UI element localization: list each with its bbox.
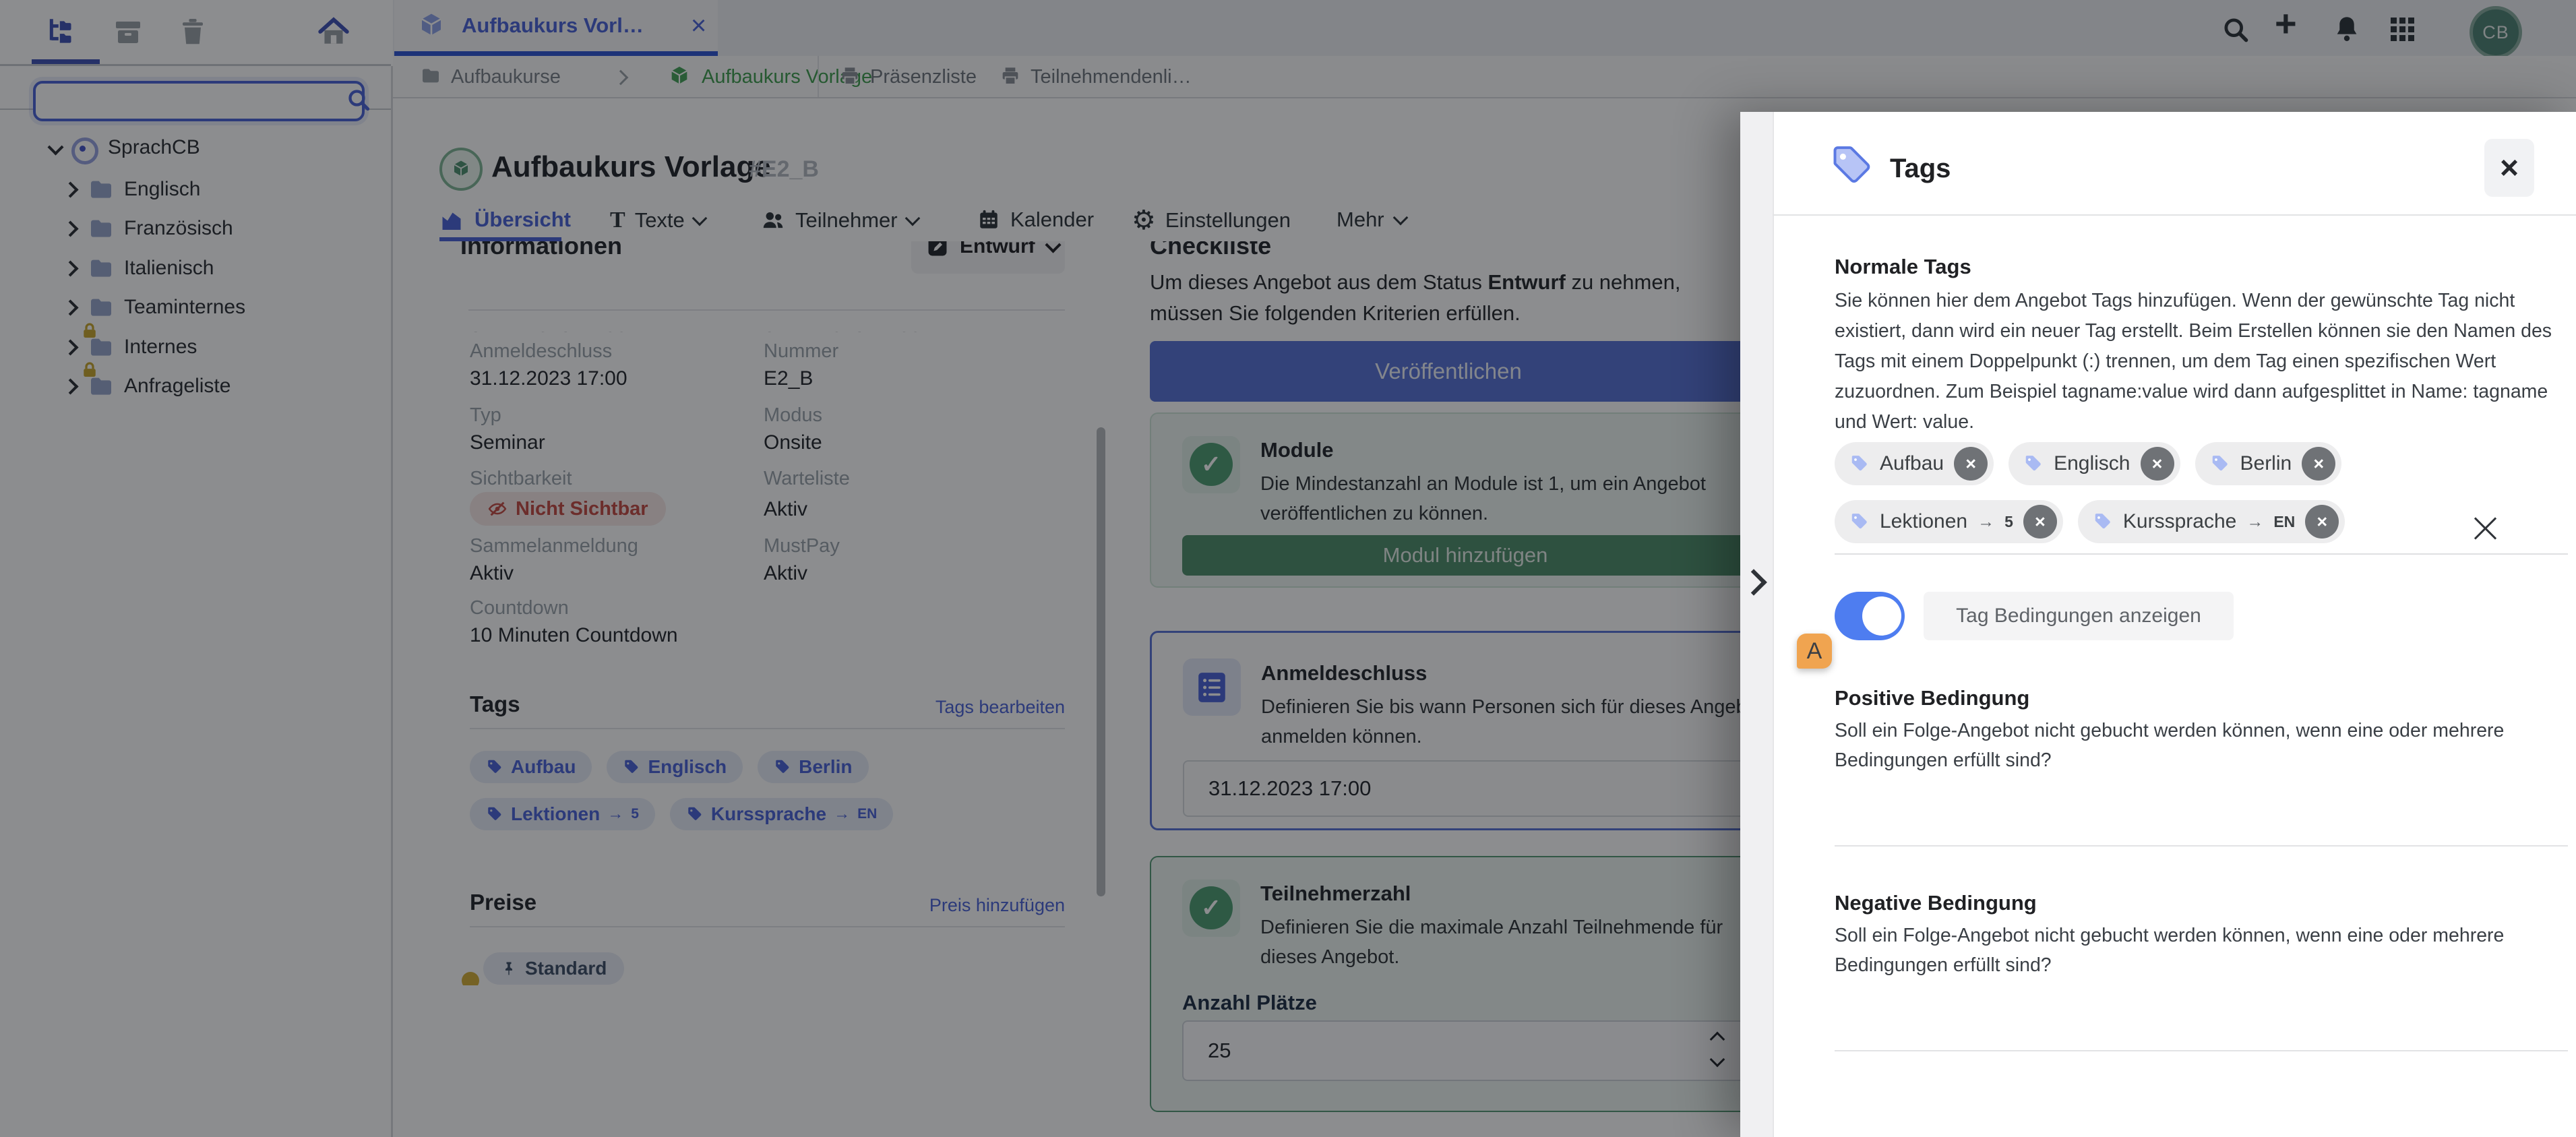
annotation-badge-letter: A (1806, 638, 1822, 664)
tag-arrow: → (1977, 512, 1995, 531)
remove-tag-icon[interactable]: × (2302, 447, 2336, 481)
tag-icon (1849, 512, 1870, 532)
tag-chip: Lektionen → 5 × (1835, 500, 2063, 543)
annotation-badge: A (1797, 634, 1832, 669)
tag-chip: Englisch × (2008, 442, 2180, 485)
tag-arrow: → (2246, 512, 2264, 531)
tags-panel: Tags × Normale Tags Sie können hier dem … (1740, 112, 2576, 1137)
positive-condition-text: Soll ein Folge-Angebot nicht gebucht wer… (1835, 720, 2505, 771)
tag-icon (2210, 454, 2230, 474)
clear-tags-icon[interactable] (2472, 514, 2499, 541)
panel-title: Tags (1890, 154, 1951, 183)
tag-conditions-toggle[interactable] (1835, 592, 1905, 640)
app-window: Aufbaukurs Vorl… × + CB Aufbaukurse Aufb… (0, 0, 2576, 1137)
toggle-knob (1862, 596, 1901, 636)
tag-chip-label: Englisch (2054, 452, 2130, 474)
tag-chip: Berlin × (2195, 442, 2342, 485)
tag-chip: Aufbau × (1835, 442, 1994, 485)
panel-chip-list[interactable]: Aufbau × Englisch × Berlin × Lektionen →… (1835, 442, 2549, 543)
panel-close-button[interactable]: × (2484, 139, 2534, 197)
toggle-label-text: Tag Bedingungen anzeigen (1956, 605, 2201, 627)
panel-gutter (1740, 112, 1774, 1137)
normal-tags-description: Sie können hier dem Angebot Tags hinzufü… (1835, 290, 2552, 433)
tag-icon-large (1829, 143, 1875, 192)
normal-tags-heading: Normale Tags (1835, 255, 1971, 278)
tag-chip-value: EN (2273, 512, 2296, 530)
panel-collapse-chevron-icon[interactable] (1740, 569, 1767, 596)
close-icon: × (2499, 150, 2519, 186)
remove-tag-icon[interactable]: × (2140, 447, 2174, 481)
negative-condition-text: Soll ein Folge-Angebot nicht gebucht wer… (1835, 925, 2505, 976)
remove-tag-icon[interactable]: × (1954, 447, 1988, 481)
remove-tag-icon[interactable]: × (2305, 505, 2339, 539)
tag-icon (2023, 454, 2044, 474)
tag-conditions-toggle-label[interactable]: Tag Bedingungen anzeigen (1924, 592, 2234, 640)
tag-icon (2093, 512, 2113, 532)
tag-chip-label: Lektionen (1880, 510, 1968, 532)
tag-chip: Kurssprache → EN × (2077, 500, 2345, 543)
remove-tag-icon[interactable]: × (2023, 505, 2057, 539)
tag-icon (1849, 454, 1870, 474)
tag-chip-label: Aufbau (1880, 452, 1944, 474)
negative-condition-heading: Negative Bedingung (1835, 891, 2037, 915)
tag-input-underline (1835, 553, 2568, 555)
tag-chip-label: Kurssprache (2122, 510, 2237, 532)
tag-chip-value: 5 (2004, 512, 2013, 530)
tag-chip-label: Berlin (2240, 452, 2292, 474)
positive-condition-heading: Positive Bedingung (1835, 686, 2030, 710)
